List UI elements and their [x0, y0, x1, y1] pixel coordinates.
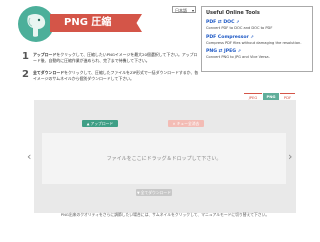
close-icon: ✕ — [172, 122, 176, 126]
logo-icon — [18, 6, 54, 42]
upload-button[interactable]: ▲アップロード — [82, 120, 118, 127]
chevron-right-icon[interactable]: › — [288, 151, 292, 162]
chevron-down-icon: ▾ — [191, 8, 194, 13]
tab-pdf[interactable]: PDF — [280, 93, 295, 100]
step-text: 全てダウンロードをクリックして、圧縮したファイルをZIP形式で一括ダウンロードす… — [33, 70, 201, 81]
step-keyword: アップロード — [33, 52, 57, 57]
step-number: 2 — [22, 69, 29, 80]
external-link-icon: ⇗ — [237, 48, 241, 53]
upload-button-label: アップロード — [90, 121, 114, 126]
step-body: をクリックして、圧縮したいPNGイメージを最大20個選択して下さい。アップロード… — [33, 52, 198, 63]
tool-description: Compress PDF files without damaging the … — [206, 40, 302, 45]
tool-link-label: PDF Compressor — [206, 34, 249, 40]
clear-queue-button[interactable]: ✕キュー全消去 — [168, 120, 204, 127]
tool-link-pdf-compressor[interactable]: PDF Compressor ⇗ — [206, 34, 308, 41]
external-link-icon: ⇗ — [236, 19, 240, 24]
step-keyword: 全てダウンロード — [33, 70, 65, 75]
page-title: PNG 圧縮 — [64, 17, 112, 28]
download-all-button-label: 全てダウンロード — [140, 190, 172, 195]
download-all-button[interactable]: ▼全てダウンロード — [136, 189, 172, 196]
language-select-value: 日本語 — [175, 8, 187, 13]
tool-link-pdf-doc[interactable]: PDF ⇄ DOC ⇗ — [206, 19, 308, 26]
tools-heading: Useful Online Tools — [206, 10, 260, 16]
clear-queue-button-label: キュー全消去 — [176, 121, 200, 126]
tool-link-label: PNG ⇄ JPEG — [206, 49, 237, 54]
tool-description: Convert PDF to DOC and DOC to PDF — [206, 26, 273, 30]
chevron-left-icon[interactable]: ‹ — [27, 151, 31, 162]
language-select[interactable]: 日本語 ▾ — [172, 6, 196, 13]
drop-zone-text: ファイルをここにドラッグ＆ドロップして下さい。 — [106, 156, 222, 162]
download-icon: ▼ — [136, 191, 140, 195]
external-link-icon: ⇗ — [250, 33, 254, 39]
tool-description: Convert PNG to JPG and Vice Versa. — [206, 55, 270, 59]
tool-link-png-jpeg[interactable]: PNG ⇄ JPEG ⇗ — [206, 48, 308, 55]
footnote: PNG出来のクオリティをさらに調節したい場合には、サムネイルをクリックして、マニ… — [60, 212, 270, 217]
step-text: アップロードをクリックして、圧縮したいPNGイメージを最大20個選択して下さい。… — [33, 52, 201, 63]
tab-png[interactable]: PNG — [263, 93, 279, 100]
useful-tools-panel: Useful Online Tools PDF ⇄ DOC ⇗ Convert … — [201, 6, 313, 72]
tool-link-label: PDF ⇄ DOC — [206, 20, 235, 25]
tab-jpeg[interactable]: JPEG — [244, 93, 262, 100]
step-number: 1 — [22, 51, 29, 62]
